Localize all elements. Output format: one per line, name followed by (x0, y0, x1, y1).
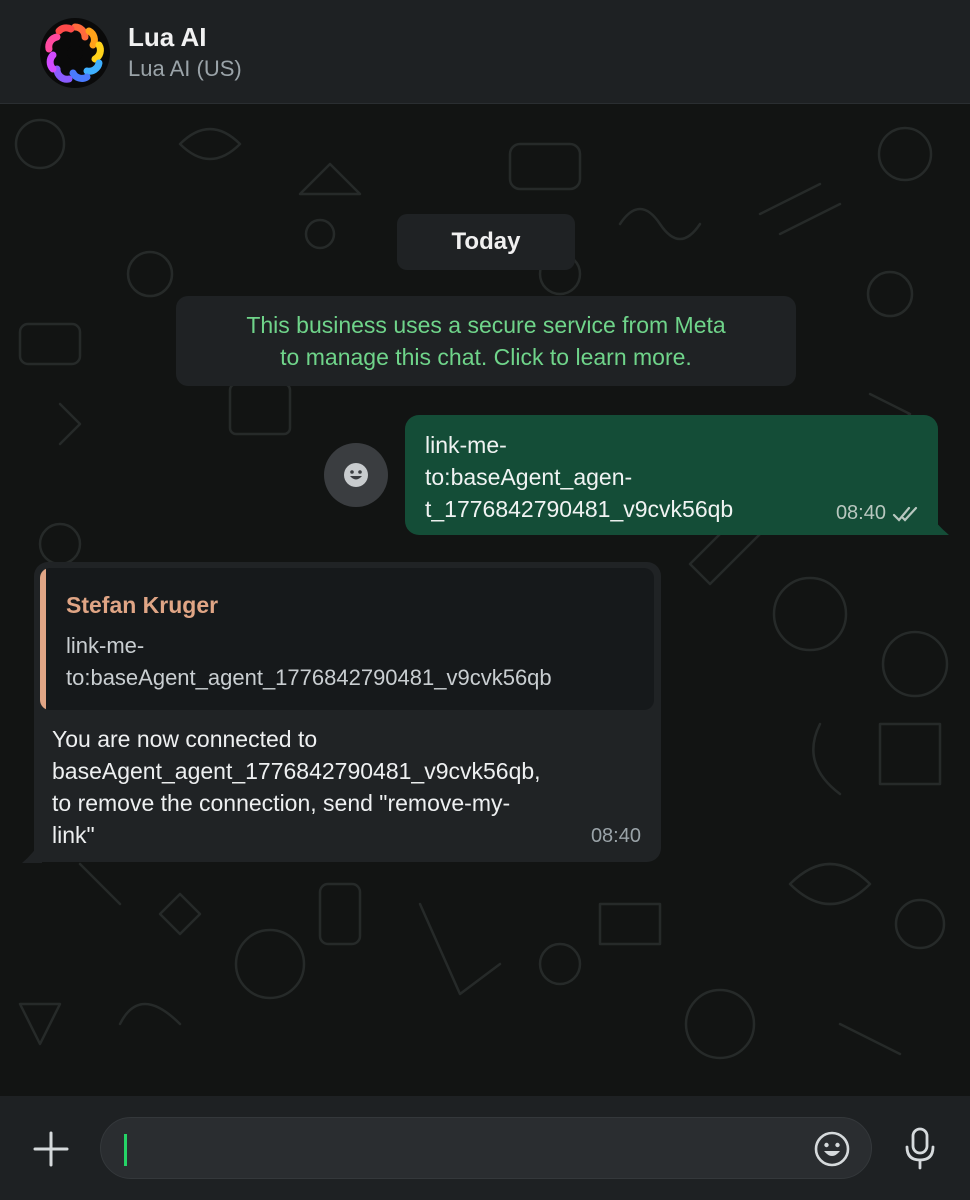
smiley-icon (344, 463, 368, 487)
lua-logo-icon (45, 23, 104, 83)
outgoing-message-text: link-me- to:baseAgent_agen- t_1776842790… (425, 432, 734, 522)
quote-text: link-me- to:baseAgent_agent_177684279048… (66, 633, 552, 690)
reaction-button[interactable] (324, 443, 388, 507)
contact-avatar[interactable] (40, 18, 110, 88)
incoming-bubble-tail (22, 839, 42, 863)
date-separator: Today (397, 214, 575, 270)
chat-header[interactable]: Lua AI Lua AI (US) (0, 0, 970, 104)
quote-author: Stefan Kruger (66, 592, 219, 618)
outgoing-message[interactable]: link-me- to:baseAgent_agen- t_1776842790… (405, 415, 938, 535)
contact-subtitle: Lua AI (US) (128, 56, 242, 81)
text-caret (124, 1134, 127, 1166)
message-input[interactable] (100, 1117, 872, 1179)
incoming-message-text: You are now connected to baseAgent_agent… (52, 726, 541, 848)
contact-name: Lua AI (128, 22, 207, 52)
incoming-message[interactable]: Stefan Kruger link-me- to:baseAgent_agen… (34, 562, 661, 862)
message-time: 08:40 (590, 825, 641, 847)
business-notice[interactable]: This business uses a secure service from… (176, 296, 796, 386)
composer-bar (0, 1096, 970, 1200)
message-time: 08:40 (835, 502, 886, 524)
message-meta: 08:40 (836, 502, 920, 525)
outgoing-bubble-tail (925, 509, 949, 535)
emoji-icon[interactable] (813, 1130, 851, 1168)
message-list[interactable]: Today This business uses a secure servic… (0, 104, 970, 1096)
double-check-icon (892, 506, 918, 522)
quoted-message[interactable]: Stefan Kruger link-me- to:baseAgent_agen… (40, 568, 654, 710)
quote-accent-bar (40, 568, 46, 710)
plus-icon[interactable] (32, 1130, 70, 1168)
microphone-icon[interactable] (902, 1126, 938, 1172)
